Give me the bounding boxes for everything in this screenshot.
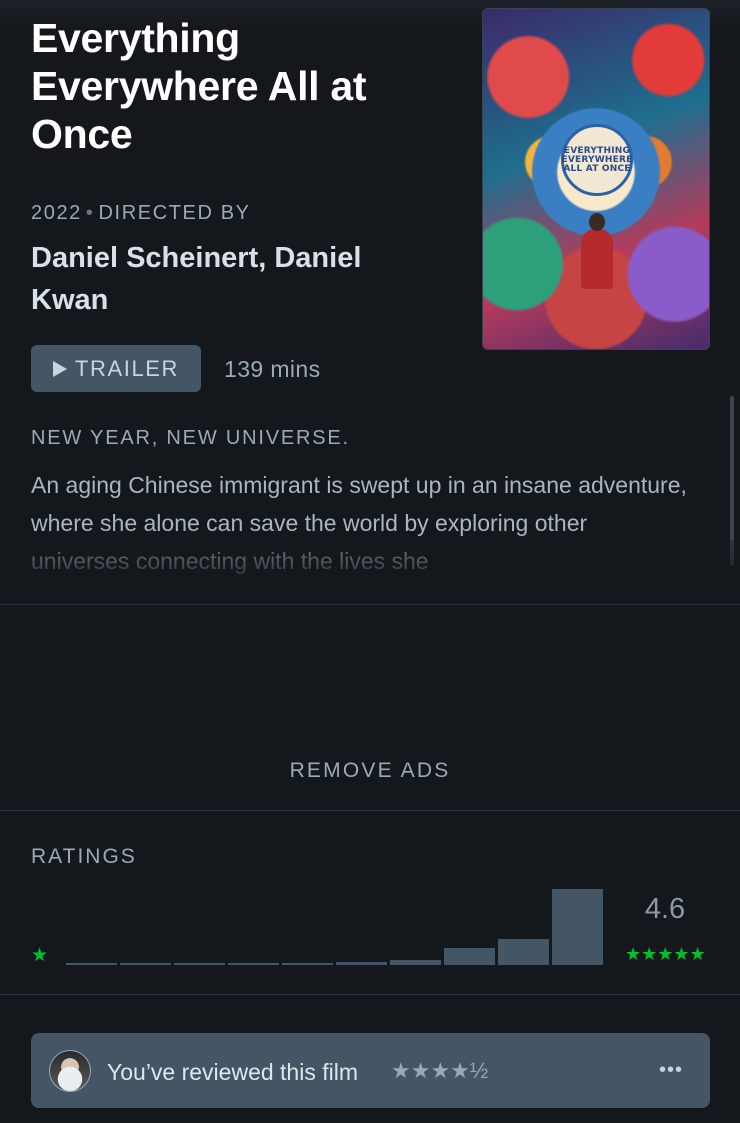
trailer-label: TRAILER — [74, 355, 180, 381]
ratings-histogram[interactable] — [66, 880, 606, 965]
min-star-icon: ★ — [31, 945, 49, 966]
ratings-heading: RATINGS — [31, 845, 137, 868]
divider — [0, 604, 740, 605]
histogram-bar[interactable] — [120, 963, 171, 965]
poster-logo: EVERYTHING EVERYWHERE ALL AT ONCE — [561, 124, 633, 196]
histogram-bar[interactable] — [552, 889, 603, 965]
histogram-bar[interactable] — [66, 963, 117, 965]
release-year[interactable]: 2022 — [31, 202, 82, 224]
tagline: NEW YEAR, NEW UNIVERSE. — [31, 427, 350, 449]
review-text: You’ve reviewed this film — [107, 1059, 358, 1085]
trailer-button[interactable]: TRAILER — [31, 345, 201, 392]
histogram-bar[interactable] — [444, 948, 495, 965]
directors[interactable]: Daniel Scheinert, Daniel Kwan — [31, 237, 431, 321]
runtime: 139 mins — [224, 356, 321, 382]
film-poster[interactable]: EVERYTHING EVERYWHERE ALL AT ONCE — [482, 8, 710, 350]
poster-figure — [581, 213, 613, 289]
synopsis-fade — [0, 540, 740, 580]
play-icon — [52, 360, 67, 377]
directed-by-label: DIRECTED BY — [98, 202, 251, 224]
histogram-bar[interactable] — [390, 960, 441, 965]
histogram-bar[interactable] — [336, 962, 387, 965]
remove-ads-link[interactable]: REMOVE ADS — [0, 759, 740, 783]
poster-logo-line: ALL AT ONCE — [563, 163, 631, 174]
release-meta: 2022 • DIRECTED BY — [31, 202, 251, 225]
your-review-card[interactable]: You’ve reviewed this film ★★★★½ ••• — [31, 1033, 710, 1108]
average-rating[interactable]: 4.6 — [640, 893, 690, 926]
divider — [0, 994, 740, 995]
review-stars-icon: ★★★★½ — [391, 1058, 489, 1083]
film-title: Everything Everywhere All at Once — [31, 15, 367, 157]
divider — [0, 810, 740, 811]
more-icon[interactable]: ••• — [659, 1059, 683, 1082]
histogram-bar[interactable] — [228, 963, 279, 965]
histogram-bar[interactable] — [282, 963, 333, 965]
histogram-bar[interactable] — [174, 963, 225, 965]
histogram-bar[interactable] — [498, 939, 549, 965]
avatar[interactable] — [49, 1050, 91, 1092]
max-stars-icon: ★★★★★ — [625, 944, 706, 964]
separator-dot: • — [85, 202, 95, 224]
